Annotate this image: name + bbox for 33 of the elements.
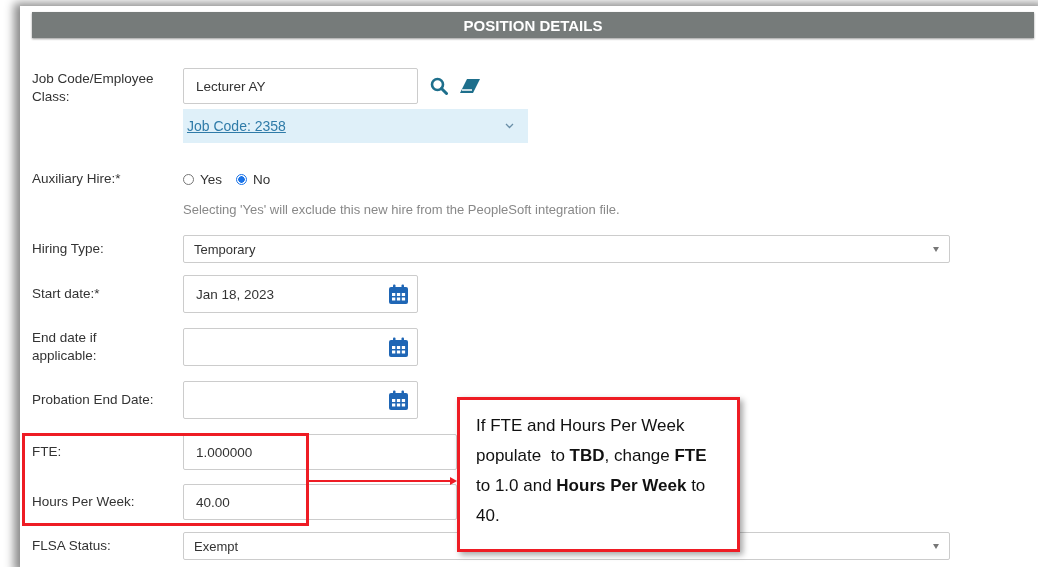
field-label: Hiring Type: [32, 240, 105, 258]
search-icon[interactable] [430, 77, 448, 95]
callout-text: If FTE and Hours Per Week populate to TBD, change FTE to 1.0 and Hours Per Week to 40. [457, 397, 740, 552]
caret-icon [933, 543, 939, 549]
date-field[interactable]: Jan 18, 2023 [183, 275, 418, 313]
field-label: Auxiliary Hire:* [32, 170, 122, 188]
text-field[interactable]: 40.00 [183, 484, 457, 520]
job-code-link[interactable]: Job Code: 2358 [187, 118, 286, 134]
chevron-icon [505, 123, 514, 129]
text-field[interactable]: 1.000000 [183, 434, 457, 470]
section-header: POSITION DETAILS [32, 12, 1034, 38]
radio-button[interactable] [236, 173, 248, 185]
field-label: Start date:* [32, 285, 101, 303]
caret-icon [933, 246, 939, 252]
radio-button[interactable] [183, 173, 194, 185]
field-label: Hours Per Week: [32, 493, 136, 511]
date-field[interactable] [183, 381, 418, 419]
radio-label[interactable]: No [253, 171, 271, 187]
eraser-icon[interactable] [460, 79, 480, 93]
dropdown-bar[interactable]: Job Code: 2358 [183, 109, 528, 143]
radio-label[interactable]: Yes [200, 171, 223, 187]
calendar-icon[interactable] [388, 336, 409, 358]
hint-text: Selecting 'Yes' will exclude this new hire from the PeopleSoft integration file. [183, 201, 621, 219]
calendar-icon[interactable] [388, 389, 409, 411]
field-label: Probation End Date: [32, 391, 155, 409]
date-field[interactable] [183, 328, 418, 366]
field-label: FTE: [32, 443, 63, 461]
field-label: FLSA Status: [32, 537, 112, 555]
text-field[interactable]: Lecturer AY [183, 68, 418, 104]
field-label: Job Code/Employee Class: [32, 70, 155, 106]
field-label: End date if applicable: [32, 329, 98, 365]
calendar-icon[interactable] [388, 283, 409, 305]
dropdown[interactable]: Temporary [183, 235, 950, 263]
